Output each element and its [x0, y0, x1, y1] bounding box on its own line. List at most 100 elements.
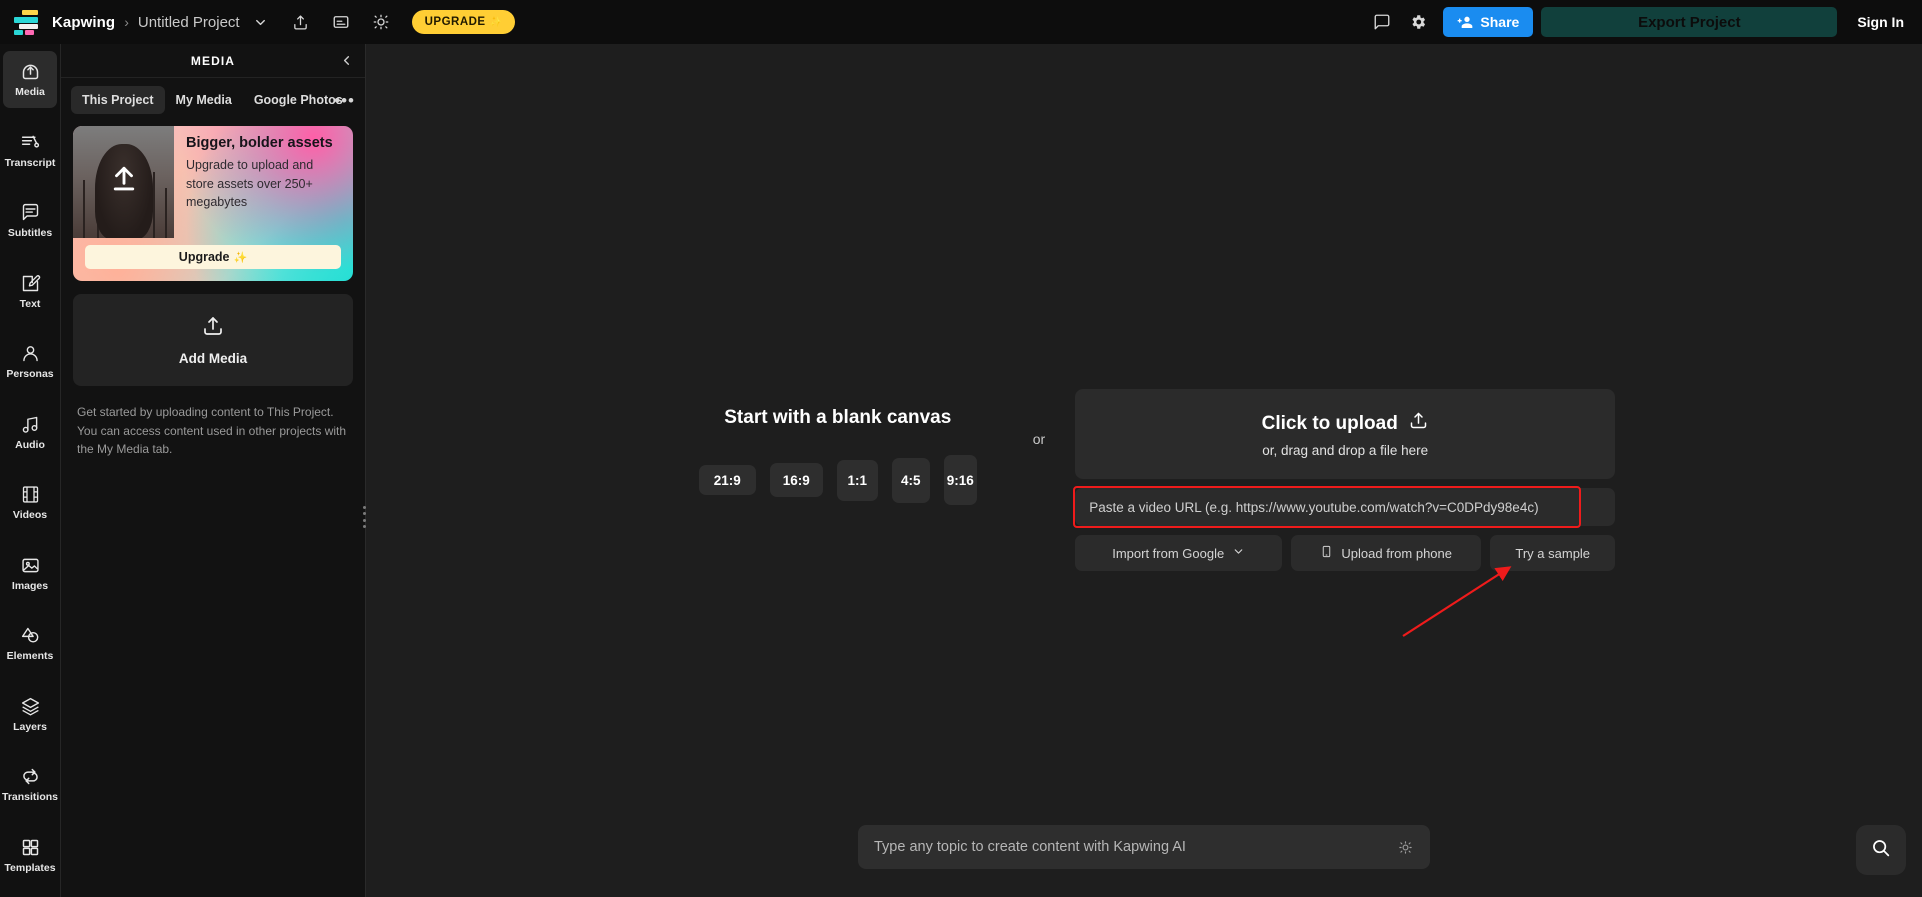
aspect-ratio-16-9[interactable]: 16:9 [769, 463, 823, 497]
layers-icon [20, 696, 41, 717]
sidebar-item-audio[interactable]: Audio [3, 404, 57, 461]
upload-phone-label: Upload from phone [1341, 545, 1452, 561]
media-tabs: This Project My Media Google Photos ••• [61, 78, 365, 120]
phone-icon [1320, 544, 1333, 562]
try-sample-label: Try a sample [1515, 545, 1591, 561]
upload-icon [201, 314, 225, 343]
promo-subtitle: Upgrade to upload and store assets over … [186, 158, 314, 209]
empty-project-start-zone: Start with a blank canvas 21:9 16:9 1:1 … [366, 389, 1922, 571]
sidebar-item-label: Personas [6, 368, 54, 380]
sidebar-item-personas[interactable]: Personas [3, 333, 57, 390]
video-url-field-wrapper [1073, 486, 1616, 528]
aspect-ratio-21-9[interactable]: 21:9 [698, 465, 756, 495]
sidebar-item-elements[interactable]: Elements [3, 615, 57, 672]
sidebar-item-layers[interactable]: Layers [3, 686, 57, 743]
upload-column: Click to upload or, drag and drop a file… [1073, 389, 1616, 571]
film-strip-icon [20, 484, 41, 505]
click-to-upload-dropzone[interactable]: Click to upload or, drag and drop a file… [1075, 389, 1616, 479]
sidebar-item-label: Transitions [2, 791, 59, 803]
promo-title: Bigger, bolder assets [186, 135, 333, 151]
sidebar-item-label: Subtitles [7, 227, 53, 239]
import-from-google-button[interactable]: Import from Google [1075, 535, 1283, 571]
sign-in-button[interactable]: Sign In [1857, 14, 1904, 30]
gear-icon[interactable] [1403, 7, 1433, 37]
upgrade-promo-card[interactable]: Bigger, bolder assets Upgrade to upload … [73, 126, 353, 281]
sidebar-item-label: Templates [4, 861, 56, 874]
upload-main-label: Click to upload [1261, 412, 1398, 434]
add-media-label: Add Media [178, 351, 248, 366]
kapwing-editor-window: Kapwing › Untitled Project UPGRADE ✨ Sha… [0, 0, 1922, 897]
upload-from-phone-button[interactable]: Upload from phone [1291, 535, 1482, 571]
tab-my-media[interactable]: My Media [165, 86, 243, 114]
lightbulb-icon[interactable] [366, 7, 396, 37]
sidebar-item-label: Media [15, 86, 45, 98]
aspect-ratio-1-1[interactable]: 1:1 [836, 459, 878, 501]
sidebar-item-transitions[interactable]: Transitions [2, 756, 59, 813]
transcript-icon [20, 132, 41, 153]
transitions-icon [20, 766, 41, 787]
lightbulb-icon[interactable] [1397, 839, 1414, 856]
subtitles-icon [20, 202, 41, 223]
export-project-button[interactable]: Export Project [1541, 7, 1838, 37]
sparkle-icon: ✨ [489, 16, 503, 28]
video-url-input[interactable] [1075, 488, 1616, 526]
upload-main-row: Click to upload [1262, 410, 1429, 437]
media-upload-icon [20, 61, 41, 82]
share-upload-icon[interactable] [286, 7, 316, 37]
promo-upgrade-label: Upgrade [178, 250, 230, 264]
text-edit-icon [20, 273, 41, 294]
kapwing-logo[interactable] [14, 9, 42, 35]
add-media-button[interactable]: Add Media [73, 294, 353, 386]
editor-body: Media Transcript Subtitles Text Personas… [0, 44, 1922, 897]
left-nav-rail: Media Transcript Subtitles Text Personas… [0, 44, 61, 897]
import-google-label: Import from Google [1112, 545, 1225, 561]
sidebar-item-videos[interactable]: Videos [3, 474, 57, 531]
blank-canvas-title: Start with a blank canvas [724, 407, 952, 428]
top-toolbar: Kapwing › Untitled Project UPGRADE ✨ Sha… [0, 0, 1922, 44]
canvas-area: Start with a blank canvas 21:9 16:9 1:1 … [366, 44, 1922, 897]
or-divider-label: or [1032, 431, 1046, 447]
try-a-sample-button[interactable]: Try a sample [1490, 535, 1616, 571]
export-label: Export Project [1638, 13, 1741, 31]
sidebar-item-label: Audio [15, 438, 45, 451]
add-person-icon [1458, 16, 1473, 28]
music-note-icon [20, 414, 41, 435]
sidebar-item-label: Layers [13, 720, 47, 733]
blank-canvas-column: Start with a blank canvas 21:9 16:9 1:1 … [673, 389, 1003, 505]
sidebar-item-images[interactable]: Images [3, 545, 57, 602]
promo-upgrade-button[interactable]: Upgrade ✨ [85, 245, 341, 269]
brand-name[interactable]: Kapwing [52, 14, 115, 31]
sidebar-item-label: Videos [12, 509, 48, 521]
grid-templates-icon [20, 837, 41, 858]
search-button[interactable] [1856, 825, 1906, 875]
share-label: Share [1480, 14, 1520, 30]
upload-arrow-icon [109, 163, 139, 202]
breadcrumb-separator: › [124, 14, 129, 30]
share-button[interactable]: Share [1443, 7, 1534, 37]
chevron-down-icon[interactable] [246, 7, 276, 37]
chevron-left-icon[interactable] [335, 50, 357, 72]
media-panel: MEDIA This Project My Media Google Photo… [61, 44, 366, 897]
project-name[interactable]: Untitled Project [138, 14, 240, 31]
sidebar-item-media[interactable]: Media [3, 51, 57, 108]
aspect-ratio-options: 21:9 16:9 1:1 4:5 9:16 [698, 455, 977, 505]
sidebar-item-transcript[interactable]: Transcript [3, 122, 57, 179]
more-options-icon[interactable]: ••• [334, 92, 355, 109]
sidebar-item-label: Transcript [4, 156, 56, 169]
sidebar-item-templates[interactable]: Templates [3, 827, 57, 884]
captions-icon[interactable] [326, 7, 356, 37]
sidebar-item-text[interactable]: Text [3, 263, 57, 320]
aspect-ratio-9-16[interactable]: 9:16 [943, 455, 977, 505]
kapwing-ai-prompt-bar[interactable]: Type any topic to create content with Ka… [858, 825, 1430, 869]
tab-this-project[interactable]: This Project [71, 86, 165, 114]
sidebar-item-subtitles[interactable]: Subtitles [3, 192, 57, 249]
media-panel-header: MEDIA [61, 44, 365, 78]
comment-icon[interactable] [1367, 7, 1397, 37]
sidebar-item-label: Text [19, 297, 41, 310]
aspect-ratio-4-5[interactable]: 4:5 [891, 457, 930, 503]
person-icon [20, 343, 41, 364]
media-panel-hint: Get started by uploading content to This… [77, 405, 347, 457]
shapes-icon [20, 625, 41, 646]
upgrade-button[interactable]: UPGRADE ✨ [411, 10, 515, 34]
sidebar-item-label: Images [11, 579, 49, 592]
